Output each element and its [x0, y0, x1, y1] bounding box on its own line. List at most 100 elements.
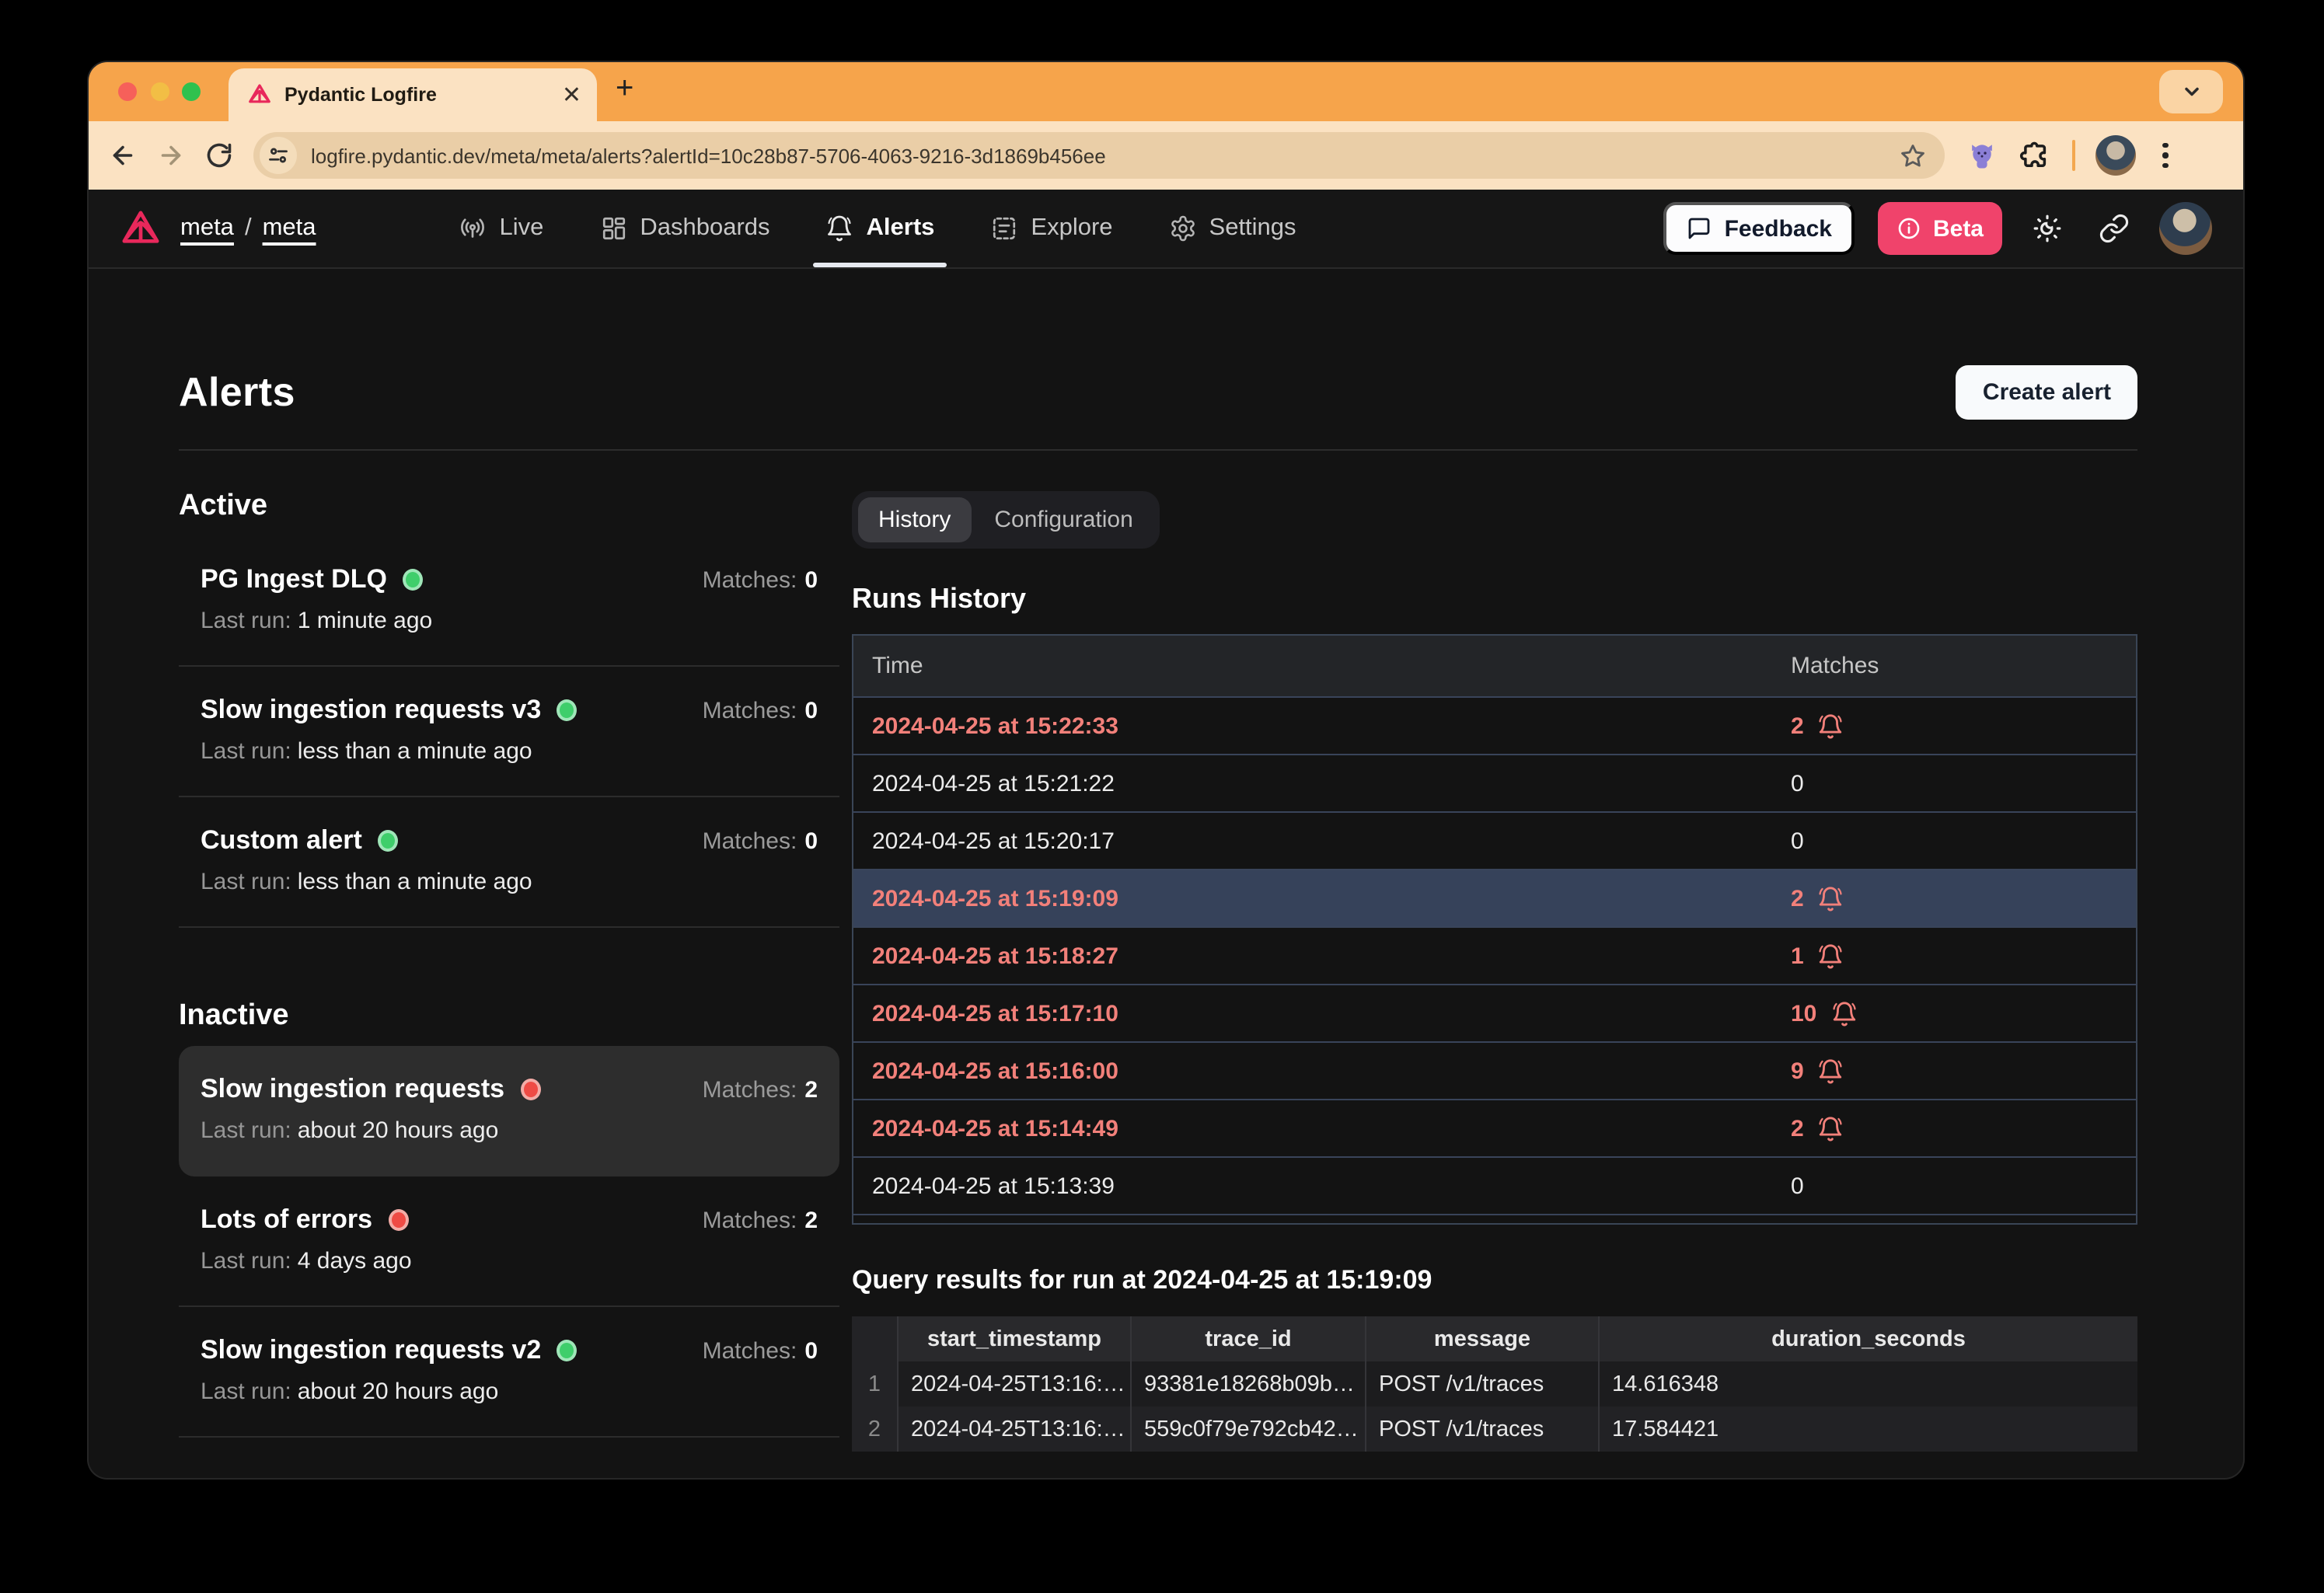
- feedback-button[interactable]: Feedback: [1664, 202, 1855, 255]
- alert-list-item[interactable]: Slow ingestion requests v2 Matches:0 Las…: [179, 1307, 839, 1438]
- run-history-row[interactable]: 2024-04-25 at 15:20:17 0: [853, 811, 2136, 869]
- run-matches: 10: [1791, 1000, 2136, 1027]
- browser-profile-avatar[interactable]: [2095, 135, 2136, 176]
- last-run-label: Last run:: [201, 1379, 291, 1405]
- logfire-logo[interactable]: [120, 207, 162, 249]
- status-dot: [378, 830, 398, 852]
- alert-name: PG Ingest DLQ: [201, 564, 387, 595]
- url-text: logfire.pydantic.dev/meta/meta/alerts?al…: [311, 144, 1106, 167]
- alert-name: Slow ingestion requests v3: [201, 695, 541, 726]
- run-matches-value: 10: [1791, 1000, 1816, 1027]
- share-link-icon[interactable]: [2092, 207, 2136, 250]
- settings-gear-icon: [1169, 214, 1197, 242]
- alert-list-item[interactable]: Lots of errors Matches:2 Last run:4 days…: [179, 1176, 839, 1307]
- nav-item-alerts[interactable]: Alerts: [826, 190, 935, 267]
- tab-close-icon[interactable]: ✕: [562, 83, 581, 106]
- alert-detail-panel: History Configuration Runs History Time …: [852, 451, 2137, 1452]
- app-header: meta / meta Live Dashboards Alerts: [89, 190, 2243, 269]
- run-history-row[interactable]: 2024-04-25 at 15:14:49 2: [853, 1099, 2136, 1156]
- nav-item-settings[interactable]: Settings: [1169, 190, 1296, 267]
- alert-matches: Matches:2: [703, 1207, 818, 1233]
- run-history-row[interactable]: 2024-04-25 at 15:16:00 9: [853, 1041, 2136, 1099]
- main-nav: Live Dashboards Alerts Explore Settings: [459, 190, 1296, 267]
- last-run-label: Last run:: [201, 608, 291, 634]
- run-time: 2024-04-25 at 15:21:22: [853, 770, 1791, 796]
- last-run-label: Last run:: [201, 1248, 291, 1274]
- bell-ring-icon: [1818, 713, 1844, 739]
- github-cat-extension-icon[interactable]: [1965, 138, 1999, 173]
- time-column-header: Time: [853, 653, 1791, 679]
- alert-list-item[interactable]: Slow ingestion requests Matches:2 Last r…: [179, 1046, 839, 1176]
- run-history-row[interactable]: 2024-04-25 at 15:18:27 1: [853, 926, 2136, 984]
- reload-button[interactable]: [205, 141, 233, 169]
- run-time: 2024-04-25 at 15:17:10: [853, 1000, 1791, 1027]
- run-history-row[interactable]: 2024-04-25 at 15:22:33 2: [853, 696, 2136, 754]
- matches-value: 2: [804, 1076, 818, 1103]
- run-history-row[interactable]: 2024-04-25 at 15:19:09 2: [853, 869, 2136, 926]
- row-number: 1: [852, 1361, 897, 1407]
- query-result-row: 1 2024-04-25T13:16:… 93381e18268b09b… PO…: [852, 1361, 2137, 1407]
- bell-ring-icon: [1830, 1000, 1857, 1027]
- site-settings-icon[interactable]: [260, 137, 297, 174]
- run-matches: 2: [1791, 713, 2136, 739]
- row-number: 2: [852, 1407, 897, 1452]
- run-history-row[interactable]: 2024-04-25 at 15:13:39 0: [853, 1156, 2136, 1214]
- alert-name: Slow ingestion requests: [201, 1074, 504, 1105]
- alert-matches: Matches:0: [703, 828, 818, 854]
- runs-history-table: Time Matches 2024-04-25 at 15:22:33 2 20…: [852, 634, 2137, 1225]
- tab-search-chevron-button[interactable]: [2159, 70, 2223, 113]
- breadcrumb-org-link[interactable]: meta: [180, 214, 234, 242]
- new-tab-button[interactable]: +: [616, 71, 633, 107]
- tab-history[interactable]: History: [858, 497, 971, 542]
- toolbar-separator: [2072, 140, 2075, 171]
- extensions-puzzle-icon[interactable]: [2019, 139, 2052, 172]
- nav-item-dashboards[interactable]: Dashboards: [599, 190, 769, 267]
- nav-item-live[interactable]: Live: [459, 190, 544, 267]
- matches-label: Matches:: [703, 1207, 797, 1233]
- alert-matches: Matches:2: [703, 1076, 818, 1103]
- header-actions: Feedback Beta: [1664, 202, 2212, 255]
- alert-last-run: Last run: 4 days ago: [201, 1248, 818, 1274]
- last-run-value: 4 days ago: [298, 1248, 412, 1274]
- minimize-window-button[interactable]: [151, 82, 169, 101]
- close-window-button[interactable]: [118, 82, 137, 101]
- browser-tab[interactable]: Pydantic Logfire ✕: [229, 68, 597, 121]
- back-button[interactable]: [109, 141, 137, 169]
- alert-list-item[interactable]: Custom alert Matches:0 Last run:less tha…: [179, 797, 839, 928]
- alert-list-item[interactable]: Slow ingestion requests v3 Matches:0 Las…: [179, 667, 839, 797]
- breadcrumb-project-link[interactable]: meta: [263, 214, 316, 242]
- bookmark-star-icon[interactable]: [1900, 142, 1926, 169]
- run-history-row[interactable]: 2024-04-25 at 15:21:22 0: [853, 754, 2136, 811]
- beta-badge[interactable]: Beta: [1879, 202, 2002, 255]
- run-history-row[interactable]: 2024-04-25 at 15:17:10 10: [853, 984, 2136, 1041]
- alert-list-item[interactable]: PG Ingest DLQ Matches:0 Last run:1 minut…: [179, 536, 839, 667]
- maximize-window-button[interactable]: [182, 82, 201, 101]
- last-run-label: Last run:: [201, 1117, 291, 1144]
- runs-history-heading: Runs History: [852, 583, 2137, 615]
- forward-button[interactable]: [157, 141, 185, 169]
- history-config-toggle: History Configuration: [852, 491, 1160, 549]
- cell-trace-id: 93381e18268b09b…: [1130, 1361, 1365, 1407]
- theme-toggle-button[interactable]: [2026, 207, 2069, 250]
- run-time: 2024-04-25 at 15:22:33: [853, 713, 1791, 739]
- user-avatar[interactable]: [2159, 202, 2212, 255]
- col-trace-id: trace_id: [1130, 1316, 1365, 1361]
- query-table-header: start_timestamp trace_id message duratio…: [852, 1316, 2137, 1361]
- section-heading: Active: [179, 490, 839, 524]
- query-results-table: start_timestamp trace_id message duratio…: [852, 1316, 2137, 1452]
- alert-list: PG Ingest DLQ Matches:0 Last run:1 minut…: [179, 536, 839, 928]
- alert-matches: Matches:0: [703, 566, 818, 593]
- alert-last-run: Last run:1 minute ago: [201, 608, 818, 634]
- live-radio-icon: [459, 214, 487, 242]
- screen: Pydantic Logfire ✕ + logfire.pydantic.de…: [0, 0, 2324, 1593]
- browser-menu-icon[interactable]: [2156, 143, 2174, 169]
- matches-label: Matches:: [703, 1337, 797, 1364]
- nav-item-explore[interactable]: Explore: [990, 190, 1112, 267]
- create-alert-button[interactable]: Create alert: [1956, 365, 2137, 420]
- run-matches: 0: [1791, 1173, 2136, 1199]
- tab-configuration[interactable]: Configuration: [974, 497, 1153, 542]
- run-matches: 9: [1791, 1058, 2136, 1084]
- status-dot: [403, 569, 423, 591]
- address-bar[interactable]: logfire.pydantic.dev/meta/meta/alerts?al…: [253, 132, 1945, 179]
- matches-value: 0: [804, 566, 818, 593]
